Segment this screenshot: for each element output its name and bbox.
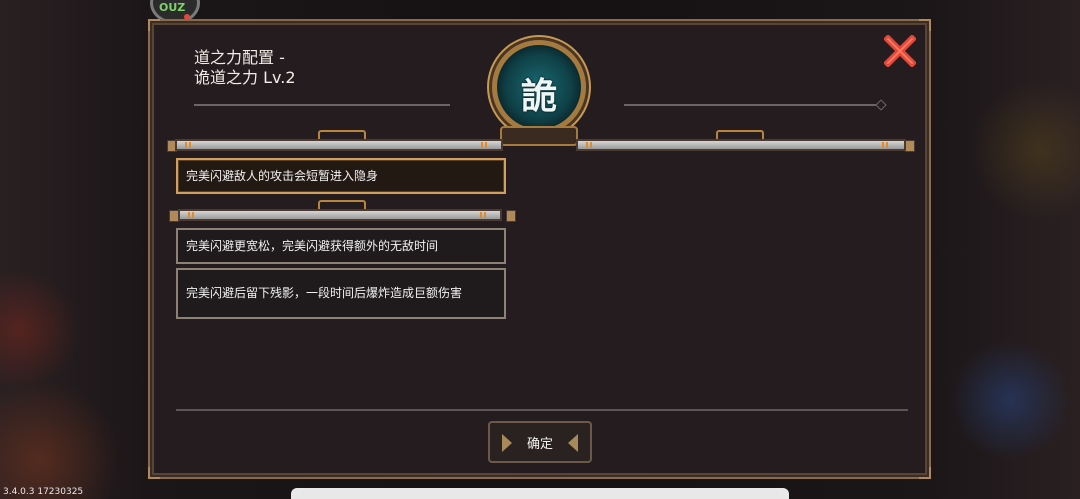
hud-counter-text: OUZ [159,1,186,14]
arrow-left-icon [568,434,578,452]
frame-corner [148,467,160,479]
talent-option-text: 完美闪避敌人的攻击会短暂进入隐身 [186,168,379,183]
version-text: 3.4.0.3 17230325 [3,487,84,497]
talent-option-1[interactable]: 完美闪避敌人的攻击会短暂进入隐身 [176,158,506,194]
title-line-2: 诡道之力 Lv.2 [194,68,296,87]
frame-corner [919,19,931,31]
confirm-label: 确定 [526,436,553,452]
header-divider-left [194,104,450,106]
bar-tick [481,142,483,148]
system-home-indicator[interactable] [291,488,789,499]
talent-option-text: 完美闪避更宽松，完美闪避获得额外的无敌时间 [186,238,439,253]
tree-bar-second [178,209,502,221]
footer-divider [176,409,908,411]
talent-option-3[interactable]: 完美闪避后留下残影，一段时间后爆炸造成巨额伤害 [176,268,506,319]
frame-corner [148,19,160,31]
close-x-icon [883,34,917,68]
bar-tick [192,212,194,218]
bar-tick [189,142,191,148]
talent-emblem: 詭 [492,40,586,134]
header-divider-right [624,104,884,106]
emblem-glyph: 詭 [520,76,557,117]
title-line-1: 道之力配置 - [194,48,285,67]
bar-tick [886,142,888,148]
talent-option-2[interactable]: 完美闪避更宽松，完美闪避获得额外的无敌时间 [176,228,506,264]
bar-tick [882,142,884,148]
bar-cap [506,210,516,222]
arrow-right-icon [502,434,512,452]
dialog-title: 道之力配置 - 诡道之力 Lv.2 [194,48,296,88]
tree-bar-right [576,139,906,151]
talent-option-text: 完美闪避后留下残影，一段时间后爆炸造成巨额伤害 [186,286,463,300]
bar-cap [905,140,915,152]
close-button[interactable] [883,34,917,68]
emblem-base [500,126,578,146]
frame-corner [919,467,931,479]
bar-tick [586,142,588,148]
bar-tick [185,142,187,148]
bar-tick [480,212,482,218]
bar-tick [484,212,486,218]
tree-bar-left [175,139,503,151]
confirm-button[interactable]: 确定 [488,421,592,463]
bar-tick [188,212,190,218]
bar-tick [485,142,487,148]
bar-tick [590,142,592,148]
